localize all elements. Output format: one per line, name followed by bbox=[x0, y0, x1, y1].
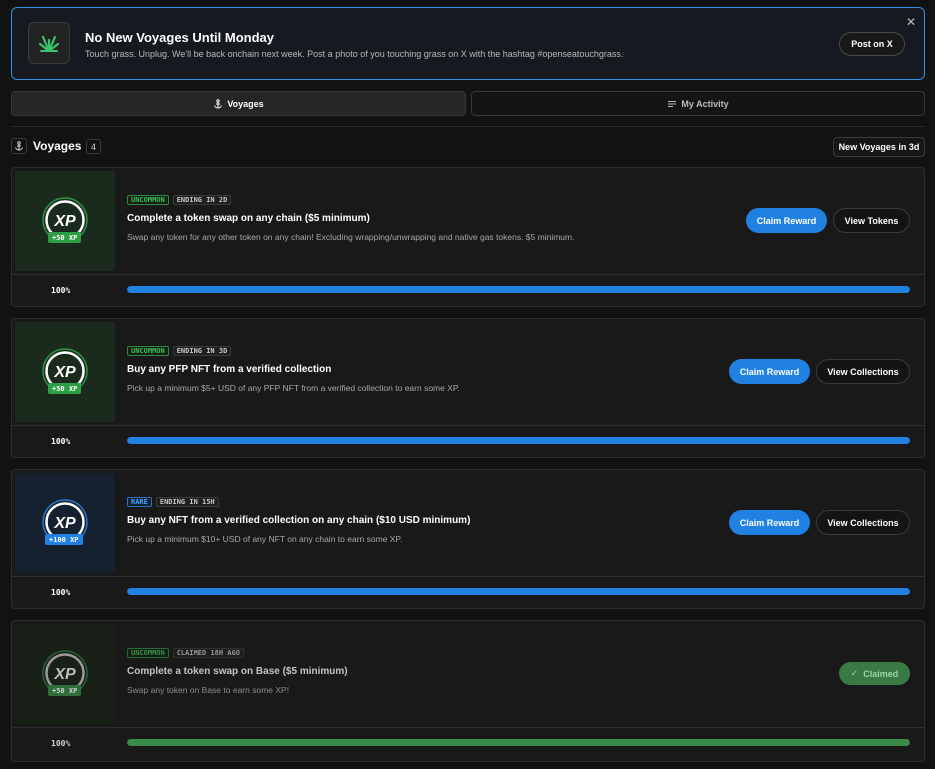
progress-bar bbox=[127, 437, 910, 444]
xp-icon: XP bbox=[42, 348, 88, 394]
xp-amount: +100 XP bbox=[45, 534, 83, 545]
voyage-description: Swap any token for any other token on an… bbox=[127, 232, 575, 242]
banner-text: Touch grass. Unplug. We'll be back oncha… bbox=[85, 49, 624, 59]
status-badge: ENDING IN 3D bbox=[172, 346, 232, 356]
status-badge: CLAIMED 18H AGO bbox=[172, 648, 244, 658]
tab-my-activity[interactable]: My Activity bbox=[471, 91, 925, 116]
voyage-description: Pick up a minimum $5+ USD of any PFP NFT… bbox=[127, 383, 460, 393]
xp-amount: +50 XP bbox=[48, 232, 82, 243]
progress-label: 100% bbox=[51, 739, 71, 748]
voyage-card-claimed: XP +50 XP UNCOMMON CLAIMED 18H AGO Compl… bbox=[11, 620, 925, 762]
xp-icon: XP bbox=[42, 499, 88, 545]
grass-icon bbox=[28, 22, 70, 64]
svg-text:XP: XP bbox=[53, 213, 76, 230]
xp-amount: +50 XP bbox=[48, 685, 82, 696]
list-icon bbox=[668, 100, 677, 107]
claim-reward-button[interactable]: Claim Reward bbox=[729, 510, 810, 535]
close-icon[interactable]: ✕ bbox=[905, 16, 917, 28]
svg-text:XP: XP bbox=[53, 515, 76, 532]
xp-amount: +50 XP bbox=[48, 383, 82, 394]
progress-fill bbox=[127, 588, 910, 595]
voyage-title: Complete a token swap on any chain ($5 m… bbox=[127, 213, 370, 224]
checkmark-icon: ✓ bbox=[850, 668, 859, 678]
xp-icon: XP bbox=[42, 197, 88, 243]
progress-label: 100% bbox=[51, 437, 71, 446]
post-on-x-button[interactable]: Post on X bbox=[839, 32, 905, 56]
voyage-title: Complete a token swap on Base ($5 minimu… bbox=[127, 666, 348, 677]
anchor-icon bbox=[11, 138, 27, 154]
announcement-banner: No New Voyages Until Monday Touch grass.… bbox=[11, 7, 925, 80]
progress-bar bbox=[127, 739, 910, 746]
xp-reward-badge: XP +100 XP bbox=[15, 473, 115, 573]
anchor-icon bbox=[214, 98, 223, 109]
view-collections-button[interactable]: View Collections bbox=[816, 359, 910, 384]
xp-reward-badge: XP +50 XP bbox=[15, 624, 115, 724]
tab-voyages[interactable]: Voyages bbox=[11, 91, 466, 116]
progress-label: 100% bbox=[51, 286, 71, 295]
progress-bar bbox=[127, 286, 910, 293]
claimed-button: ✓ Claimed bbox=[839, 662, 910, 685]
xp-reward-badge: XP +50 XP bbox=[15, 322, 115, 422]
status-badge: ENDING IN 15H bbox=[155, 497, 219, 507]
claim-reward-button[interactable]: Claim Reward bbox=[746, 208, 827, 233]
rarity-badge: RARE bbox=[127, 497, 152, 507]
voyage-title: Buy any NFT from a verified collection o… bbox=[127, 515, 471, 526]
xp-reward-badge: XP +50 XP bbox=[15, 171, 115, 271]
svg-text:XP: XP bbox=[53, 666, 76, 683]
voyage-description: Pick up a minimum $10+ USD of any NFT on… bbox=[127, 534, 403, 544]
voyage-card: XP +50 XP UNCOMMON ENDING IN 3D Buy any … bbox=[11, 318, 925, 458]
voyage-card: XP +50 XP UNCOMMON ENDING IN 2D Complete… bbox=[11, 167, 925, 307]
status-badge: ENDING IN 2D bbox=[172, 195, 232, 205]
xp-icon: XP bbox=[42, 650, 88, 696]
view-collections-button[interactable]: View Collections bbox=[816, 510, 910, 535]
rarity-badge: UNCOMMON bbox=[127, 195, 169, 205]
progress-fill bbox=[127, 437, 910, 444]
divider bbox=[12, 576, 924, 577]
rarity-badge: UNCOMMON bbox=[127, 346, 169, 356]
banner-title: No New Voyages Until Monday bbox=[85, 30, 275, 45]
divider bbox=[12, 274, 924, 275]
claimed-label: Claimed bbox=[863, 668, 899, 679]
voyage-card: XP +100 XP RARE ENDING IN 15H Buy any NF… bbox=[11, 469, 925, 609]
view-tokens-button[interactable]: View Tokens bbox=[833, 208, 910, 233]
claim-reward-button[interactable]: Claim Reward bbox=[729, 359, 810, 384]
tab-my-activity-label: My Activity bbox=[681, 98, 729, 109]
divider bbox=[11, 126, 925, 127]
rarity-badge: UNCOMMON bbox=[127, 648, 169, 658]
section-title: Voyages bbox=[33, 139, 82, 153]
voyage-title: Buy any PFP NFT from a verified collecti… bbox=[127, 364, 332, 375]
progress-fill bbox=[127, 739, 910, 746]
new-voyages-countdown: New Voyages in 3d bbox=[833, 137, 925, 157]
svg-text:XP: XP bbox=[53, 364, 76, 381]
tab-voyages-label: Voyages bbox=[227, 98, 264, 109]
divider bbox=[12, 425, 924, 426]
voyage-description: Swap any token on Base to earn some XP! bbox=[127, 685, 290, 695]
progress-fill bbox=[127, 286, 910, 293]
progress-label: 100% bbox=[51, 588, 71, 597]
divider bbox=[12, 727, 924, 728]
voyage-count-badge: 4 bbox=[86, 139, 101, 154]
progress-bar bbox=[127, 588, 910, 595]
